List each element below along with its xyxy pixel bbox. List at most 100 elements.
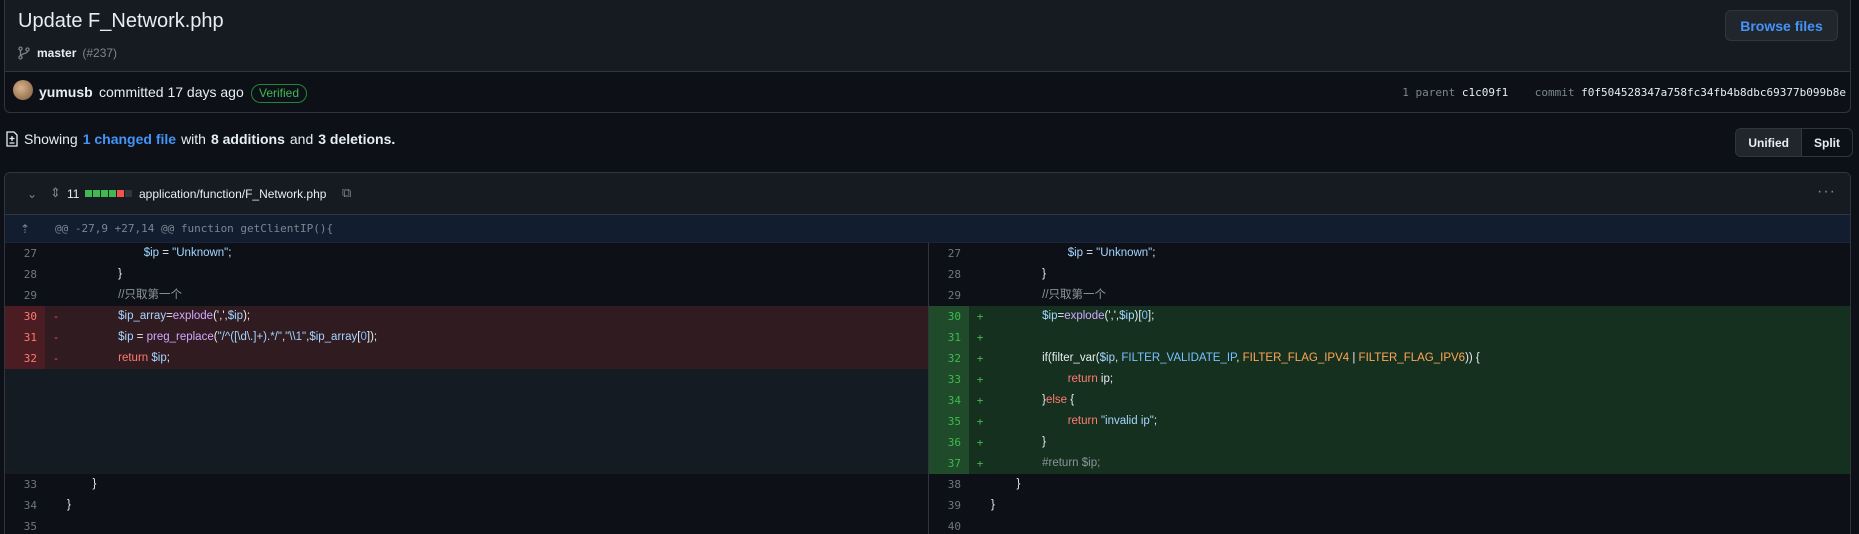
- avatar[interactable]: [13, 80, 33, 100]
- line-number[interactable]: 40: [929, 516, 969, 534]
- code-text: $ip_array=explode(',',$ip);: [118, 310, 251, 322]
- code-text: }: [991, 436, 1046, 448]
- right-diff-line: 35 + return "invalid ip";: [929, 411, 1850, 432]
- line-number[interactable]: 28: [5, 264, 45, 285]
- unified-view-button[interactable]: Unified: [1736, 129, 1802, 156]
- diffstat-bar: [101, 190, 108, 197]
- right-diff-line: 38 }: [929, 474, 1850, 495]
- line-number[interactable]: 30: [5, 306, 45, 327]
- verified-badge[interactable]: Verified: [251, 84, 308, 103]
- diff-sign: [45, 474, 67, 495]
- line-number[interactable]: 29: [5, 285, 45, 306]
- diff-sign: +: [976, 436, 984, 449]
- diff-sign: -: [52, 310, 60, 323]
- line-number[interactable]: 31: [929, 327, 969, 348]
- file-diff: ⌄ ⇕ 11 application/function/F_Network.ph…: [4, 172, 1851, 534]
- file-header: ⌄ ⇕ 11 application/function/F_Network.ph…: [5, 173, 1850, 215]
- line-number[interactable]: 37: [929, 453, 969, 474]
- line-number[interactable]: 27: [5, 243, 45, 264]
- line-number[interactable]: 34: [5, 495, 45, 516]
- left-diff-line: 30- $ip_array=explode(',',$ip);: [5, 306, 928, 327]
- file-path[interactable]: application/function/F_Network.php: [139, 187, 326, 201]
- diffstat-bar: [109, 190, 116, 197]
- code-text: return ip;: [1067, 373, 1114, 385]
- left-diff-line: 35: [5, 516, 928, 534]
- diff-sign: [45, 453, 67, 474]
- line-number[interactable]: 27: [929, 243, 969, 264]
- diff-sign: [969, 243, 991, 264]
- diff-left-side: 27 $ip = "Unknown"; 28 } 29 //只取第一个 30- $ip…: [5, 243, 929, 534]
- diffstat-bar: [125, 190, 132, 197]
- summary-with: with: [181, 131, 206, 147]
- kebab-menu-icon[interactable]: ···: [1817, 183, 1836, 201]
- diff-sign: -: [52, 352, 60, 365]
- pr-reference[interactable]: (#237): [82, 46, 117, 60]
- split-view-button[interactable]: Split: [1802, 129, 1852, 156]
- changed-files-link[interactable]: 1 changed file: [83, 131, 176, 147]
- diffstat-bar: [85, 190, 92, 197]
- diff-sign: +: [976, 373, 984, 386]
- copy-icon[interactable]: ⧉: [342, 185, 351, 201]
- diff-sign: +: [976, 415, 984, 428]
- line-number[interactable]: 33: [5, 474, 45, 495]
- file-diff-icon: [6, 131, 18, 147]
- diff-right-side: 27 $ip = "Unknown"; 28 } 29 //只取第一个 30 + $ip…: [929, 243, 1850, 534]
- diff-sign: [969, 495, 991, 516]
- diff-sign: [45, 516, 67, 534]
- line-number[interactable]: 35: [929, 411, 969, 432]
- code-text: return "invalid ip";: [1067, 415, 1158, 427]
- line-number: [5, 411, 45, 432]
- line-number[interactable]: 32: [5, 348, 45, 369]
- browse-files-button[interactable]: Browse files: [1725, 10, 1838, 41]
- line-number[interactable]: 31: [5, 327, 45, 348]
- diff-sign: [45, 411, 67, 432]
- left-diff-line: [5, 390, 928, 411]
- line-number[interactable]: 35: [5, 516, 45, 534]
- commit-title-box: Update F_Network.php master (#237) Brows…: [5, 0, 1850, 72]
- diff-sign: +: [976, 310, 984, 323]
- line-number[interactable]: 28: [929, 264, 969, 285]
- diff-sign: [45, 243, 67, 264]
- line-number[interactable]: 38: [929, 474, 969, 495]
- diffstat-bar: [93, 190, 100, 197]
- branch-name[interactable]: master: [37, 46, 76, 60]
- diff-view-toggle: Unified Split: [1735, 128, 1853, 157]
- diff-sign: +: [976, 331, 984, 344]
- code-text: }: [991, 268, 1046, 280]
- diff-sign: -: [52, 331, 60, 344]
- author-name[interactable]: yumusb: [39, 84, 93, 100]
- diff-sign: [45, 369, 67, 390]
- right-diff-line: 39}: [929, 495, 1850, 516]
- left-diff-line: 33 }: [5, 474, 928, 495]
- right-diff-line: 32 + if(filter_var($ip, FILTER_VALIDATE_I…: [929, 348, 1850, 369]
- diff-sign: +: [976, 457, 984, 470]
- line-number[interactable]: 36: [929, 432, 969, 453]
- right-diff-line: 31 +: [929, 327, 1850, 348]
- code-text: $ip = preg_replace("/^([\d\.]+).*/","\\1…: [118, 331, 378, 343]
- line-number[interactable]: 34: [929, 390, 969, 411]
- right-diff-line: 29 //只取第一个: [929, 285, 1850, 306]
- git-branch-icon: [18, 46, 30, 60]
- line-number[interactable]: 29: [929, 285, 969, 306]
- code-text: $ip=explode(',',$ip)[0];: [1042, 310, 1155, 322]
- left-diff-line: 32- return $ip;: [5, 348, 928, 369]
- chevron-down-icon[interactable]: ⌄: [27, 187, 37, 201]
- left-diff-line: 28 }: [5, 264, 928, 285]
- line-number[interactable]: 30: [929, 306, 969, 327]
- left-diff-line: 29 //只取第一个: [5, 285, 928, 306]
- line-number[interactable]: 39: [929, 495, 969, 516]
- left-diff-line: [5, 369, 928, 390]
- line-number[interactable]: 33: [929, 369, 969, 390]
- expand-all-icon[interactable]: ⇕: [50, 185, 61, 201]
- right-diff-line: 30 + $ip=explode(',',$ip)[0];: [929, 306, 1850, 327]
- expand-up-icon[interactable]: ⇡: [5, 222, 45, 236]
- diff-sign: [45, 264, 67, 285]
- diff-sign: [969, 264, 991, 285]
- left-diff-line: 31- $ip = preg_replace("/^([\d\.]+).*/",…: [5, 327, 928, 348]
- diff-summary: Showing 1 changed file with 8 additions …: [5, 131, 395, 147]
- diff-sign: [45, 495, 67, 516]
- line-number[interactable]: 32: [929, 348, 969, 369]
- parent-sha-link[interactable]: c1c09f1: [1462, 86, 1508, 99]
- code-text: #return $ip;: [991, 457, 1101, 469]
- code-text: }else {: [991, 394, 1075, 406]
